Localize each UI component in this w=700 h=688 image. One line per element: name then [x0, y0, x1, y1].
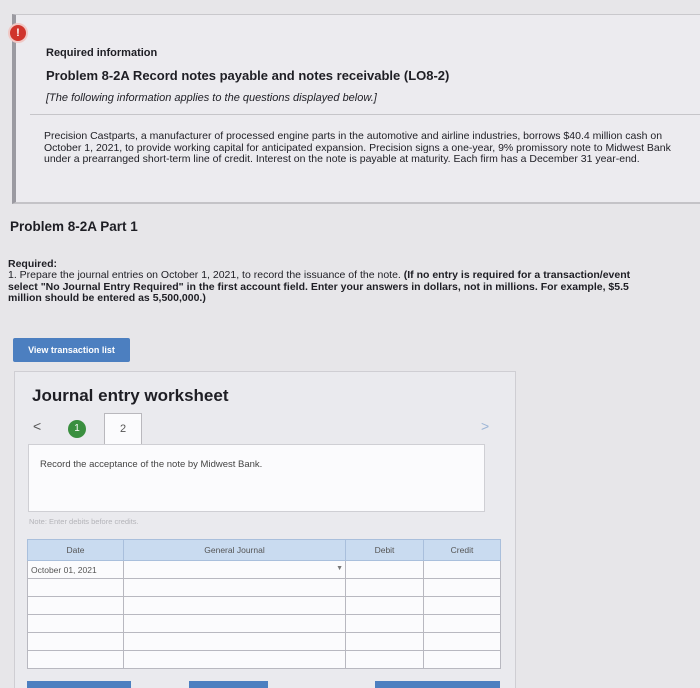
- credit-input[interactable]: [423, 596, 501, 615]
- col-general-journal: General Journal: [123, 539, 346, 561]
- credit-input[interactable]: [423, 632, 501, 651]
- table-row: [27, 614, 501, 633]
- debit-input[interactable]: [345, 560, 424, 579]
- table-row: [27, 596, 501, 615]
- debit-input[interactable]: [345, 578, 424, 597]
- part-title: Problem 8-2A Part 1: [10, 219, 138, 234]
- account-select[interactable]: [123, 596, 346, 615]
- debits-credits-note: Note: Enter debits before credits.: [29, 517, 139, 526]
- credit-input[interactable]: [423, 560, 501, 579]
- table-row: [27, 650, 501, 669]
- problem-title: Problem 8-2A Record notes payable and no…: [46, 68, 450, 83]
- account-select[interactable]: [123, 632, 346, 651]
- prev-icon[interactable]: <: [33, 418, 41, 434]
- required-info-label: Required information: [46, 47, 158, 59]
- record-entry-button[interactable]: [27, 681, 131, 688]
- table-row: October 01, 2021 ▼: [27, 560, 501, 579]
- account-select[interactable]: [123, 614, 346, 633]
- step-2-tab[interactable]: 2: [104, 413, 142, 445]
- debit-input[interactable]: [345, 596, 424, 615]
- date-cell[interactable]: [27, 614, 124, 633]
- debit-input[interactable]: [345, 632, 424, 651]
- credit-input[interactable]: [423, 650, 501, 669]
- date-cell[interactable]: [27, 578, 124, 597]
- required-instructions: 1. Prepare the journal entries on Octobe…: [8, 269, 700, 305]
- view-general-journal-button[interactable]: [375, 681, 500, 688]
- debit-input[interactable]: [345, 614, 424, 633]
- chevron-down-icon[interactable]: ▼: [336, 565, 343, 572]
- date-cell[interactable]: [27, 650, 124, 669]
- date-cell[interactable]: October 01, 2021: [27, 560, 124, 579]
- step-1-tab[interactable]: 1: [68, 420, 86, 438]
- col-debit: Debit: [345, 539, 424, 561]
- date-cell[interactable]: [27, 596, 124, 615]
- entry-description: Record the acceptance of the note by Mid…: [40, 459, 263, 470]
- credit-input[interactable]: [423, 578, 501, 597]
- worksheet-title: Journal entry worksheet: [32, 386, 229, 405]
- info-note: [The following information applies to th…: [46, 92, 377, 104]
- account-select[interactable]: ▼: [123, 560, 346, 579]
- journal-table: Date General Journal Debit Credit Octobe…: [27, 539, 501, 669]
- scenario-text: Precision Castparts, a manufacturer of p…: [44, 130, 671, 165]
- credit-input[interactable]: [423, 614, 501, 633]
- col-credit: Credit: [423, 539, 501, 561]
- alert-icon: !: [8, 23, 28, 43]
- clear-entry-button[interactable]: [189, 681, 268, 688]
- table-header-row: Date General Journal Debit Credit: [27, 539, 501, 561]
- instruction-line1-plain: 1. Prepare the journal entries on Octobe…: [8, 269, 404, 281]
- instruction-line1-bold: (If no entry is required for a transacti…: [403, 269, 631, 281]
- next-icon[interactable]: >: [481, 418, 489, 434]
- debit-input[interactable]: [345, 650, 424, 669]
- table-row: [27, 578, 501, 597]
- account-select[interactable]: [123, 650, 346, 669]
- account-select[interactable]: [123, 578, 346, 597]
- col-date: Date: [27, 539, 124, 561]
- view-transaction-list-button[interactable]: View transaction list: [13, 338, 130, 362]
- date-cell[interactable]: [27, 632, 124, 651]
- table-row: [27, 632, 501, 651]
- instruction-line3: million should be entered as 5,500,000.): [8, 292, 206, 304]
- description-box: [28, 444, 485, 512]
